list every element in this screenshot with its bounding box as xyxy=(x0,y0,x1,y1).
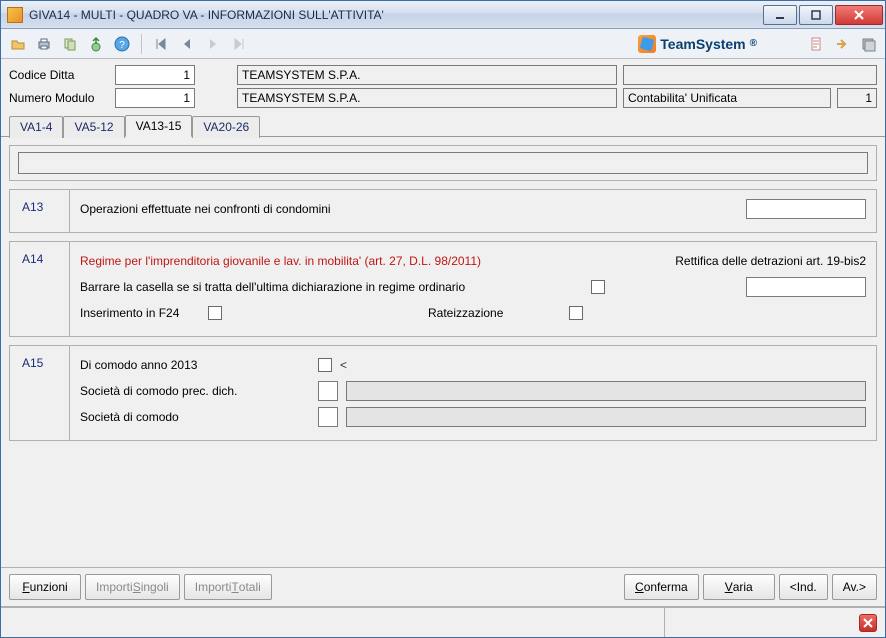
a13-text: Operazioni effettuate nei confronti di c… xyxy=(80,202,331,216)
nav-next-icon[interactable] xyxy=(202,33,224,55)
a15-lt: < xyxy=(340,358,347,372)
bottom-bar: Funzioni Importi Singoli Importi Totali … xyxy=(1,567,885,607)
print-icon[interactable] xyxy=(33,33,55,55)
tab-va13-15[interactable]: VA13-15 xyxy=(125,115,193,137)
main-content: A13 Operazioni effettuate nei confronti … xyxy=(1,137,885,565)
window-title: GIVA14 - MULTI - QUADRO VA - INFORMAZION… xyxy=(29,8,384,22)
brand-text: TeamSystem xyxy=(660,36,745,52)
section-a13: A13 Operazioni effettuate nei confronti … xyxy=(9,189,877,233)
a14-rettifica: Rettifica delle detrazioni art. 19-bis2 xyxy=(675,254,866,268)
brand-logo: TeamSystem ® xyxy=(638,35,757,53)
a15-di-comodo-checkbox[interactable] xyxy=(318,358,332,372)
nav-last-icon[interactable] xyxy=(228,33,250,55)
a15-soc: Società di comodo xyxy=(80,410,310,424)
section-a15: A15 Di comodo anno 2013 < Società di com… xyxy=(9,345,877,441)
section-a14: A14 Regime per l'imprenditoria giovanile… xyxy=(9,241,877,337)
header-long-panel xyxy=(9,145,877,181)
tab-va20-26[interactable]: VA20-26 xyxy=(192,116,260,138)
conferma-button[interactable]: Conferma xyxy=(624,574,699,600)
tabs: VA1-4 VA5-12 VA13-15 VA20-26 xyxy=(1,115,885,137)
codice-ditta-value[interactable] xyxy=(115,65,195,85)
maximize-button[interactable] xyxy=(799,5,833,25)
tab-va1-4[interactable]: VA1-4 xyxy=(9,116,63,138)
doc-icon[interactable] xyxy=(805,33,827,55)
a15-prec-code[interactable] xyxy=(318,381,338,401)
window-controls xyxy=(761,5,883,25)
a13-input[interactable] xyxy=(746,199,866,219)
contabilita-n xyxy=(837,88,877,108)
status-right xyxy=(665,608,885,637)
codice-ditta-name xyxy=(237,65,617,85)
numero-modulo-name xyxy=(237,88,617,108)
a14-barrare-checkbox[interactable] xyxy=(591,280,605,294)
numero-modulo-value[interactable] xyxy=(115,88,195,108)
forward-icon[interactable] xyxy=(831,33,853,55)
app-icon xyxy=(7,7,23,23)
svg-text:?: ? xyxy=(119,40,125,51)
a15-di-comodo-anno: Di comodo anno 2013 xyxy=(80,358,310,372)
a14-inserimento-checkbox[interactable] xyxy=(208,306,222,320)
a15-code: A15 xyxy=(10,346,70,440)
numero-modulo-label: Numero Modulo xyxy=(9,91,109,105)
status-left xyxy=(1,608,665,637)
a13-code: A13 xyxy=(10,190,70,232)
help-icon[interactable]: ? xyxy=(111,33,133,55)
statusbar xyxy=(1,607,885,637)
open-icon[interactable] xyxy=(7,33,29,55)
a15-soc-code[interactable] xyxy=(318,407,338,427)
a15-soc-desc xyxy=(346,407,866,427)
a14-barrare: Barrare la casella se si tratta dell'ult… xyxy=(80,280,465,294)
window-titlebar: GIVA14 - MULTI - QUADRO VA - INFORMAZION… xyxy=(1,1,885,29)
a14-code: A14 xyxy=(10,242,70,336)
funzioni-button[interactable]: Funzioni xyxy=(9,574,81,600)
contabilita-field xyxy=(623,88,831,108)
header-long-input[interactable] xyxy=(18,152,868,174)
varia-button[interactable]: Varia xyxy=(703,574,775,600)
codice-ditta-label: Codice Ditta xyxy=(9,68,109,82)
status-close-icon[interactable] xyxy=(859,614,877,632)
a14-regime: Regime per l'imprenditoria giovanile e l… xyxy=(80,254,481,268)
brand-reg: ® xyxy=(750,38,757,49)
a14-rettifica-input[interactable] xyxy=(746,277,866,297)
av-button[interactable]: Av.> xyxy=(832,574,877,600)
minimize-button[interactable] xyxy=(763,5,797,25)
copy-icon[interactable] xyxy=(59,33,81,55)
importi-singoli-button[interactable]: Importi Singoli xyxy=(85,574,180,600)
stack-icon[interactable] xyxy=(857,33,879,55)
nav-first-icon[interactable] xyxy=(150,33,172,55)
tab-va5-12[interactable]: VA5-12 xyxy=(63,116,124,138)
a15-prec: Società di comodo prec. dich. xyxy=(80,384,310,398)
codice-ditta-extra xyxy=(623,65,877,85)
brand-icon xyxy=(638,35,656,53)
close-button[interactable] xyxy=(835,5,883,25)
header-fields: Codice Ditta Numero Modulo xyxy=(1,59,885,113)
importi-totali-button[interactable]: Importi Totali xyxy=(184,574,272,600)
export-icon[interactable] xyxy=(85,33,107,55)
toolbar: ? TeamSystem ® xyxy=(1,29,885,59)
a14-rateizzazione-checkbox[interactable] xyxy=(569,306,583,320)
nav-prev-icon[interactable] xyxy=(176,33,198,55)
a14-rateizzazione: Rateizzazione xyxy=(428,306,528,320)
a15-prec-desc xyxy=(346,381,866,401)
ind-button[interactable]: <Ind. xyxy=(779,574,828,600)
a14-inserimento: Inserimento in F24 xyxy=(80,306,200,320)
